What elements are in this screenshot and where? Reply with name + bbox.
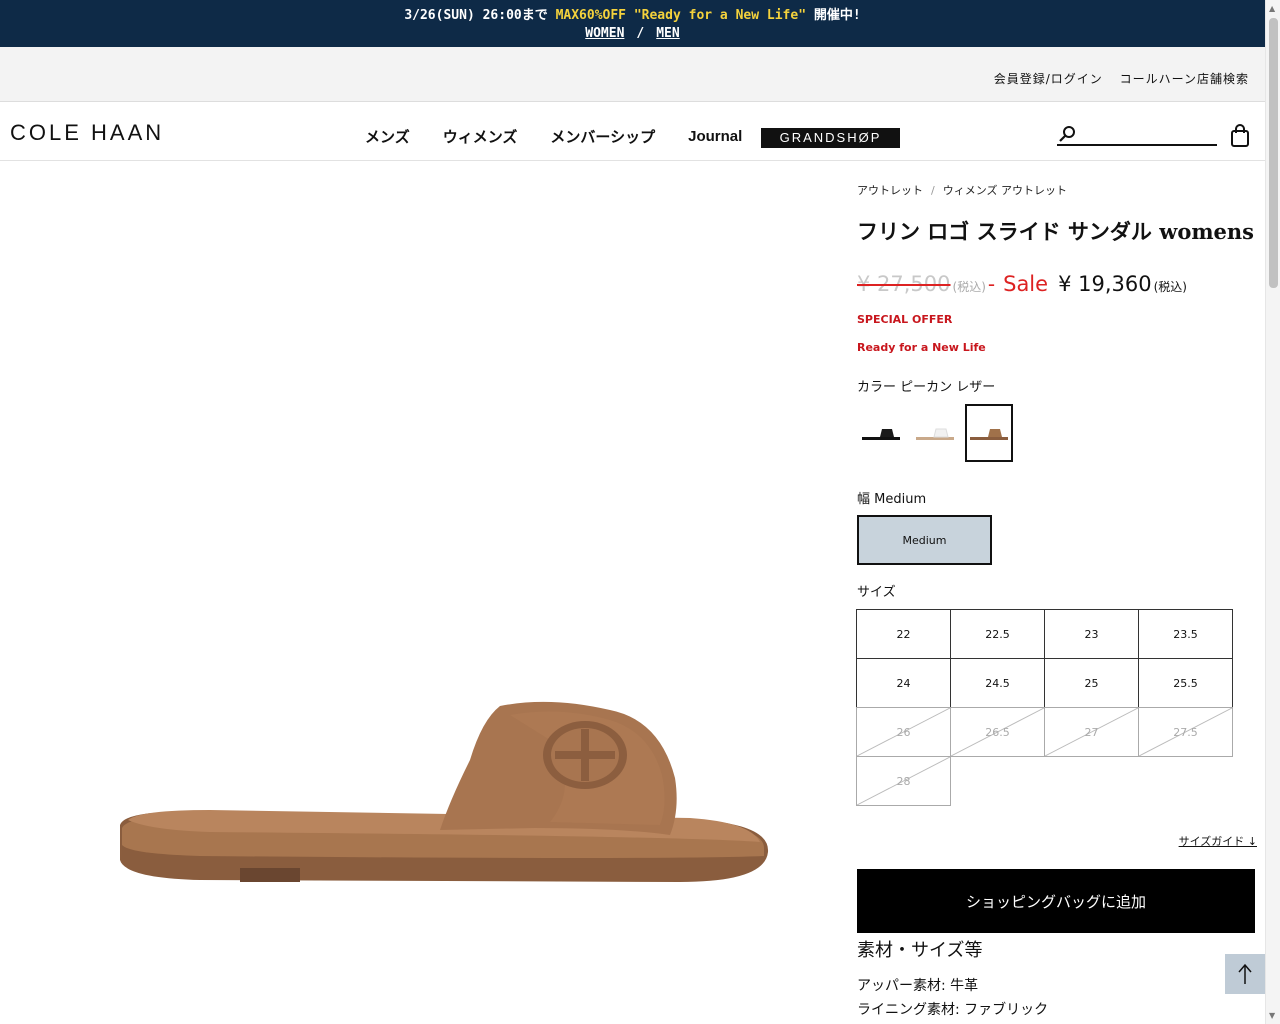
promo-links: WOMEN / MEN — [0, 26, 1265, 41]
swatch-black[interactable] — [857, 404, 905, 462]
promo-date: 3/26(SUN) 26:00まで — [404, 8, 556, 23]
swatch-pecan-leather[interactable] — [965, 404, 1013, 462]
main-nav: メンズ ウィメンズ メンバーシップ Journal — [365, 126, 775, 147]
product-image-sandal[interactable] — [80, 660, 800, 920]
size-guide-link[interactable]: サイズガイド ↓ — [1179, 833, 1257, 849]
breadcrumb-womens-outlet[interactable]: ウィメンズ アウトレット — [943, 184, 1067, 197]
size-value: 26 — [896, 725, 911, 739]
nav-mens[interactable]: メンズ — [365, 126, 410, 147]
size-option-sold-out[interactable]: 27.5 — [1138, 707, 1233, 757]
promo-suffix: 開催中! — [806, 8, 861, 23]
size-value: 22 — [896, 627, 911, 641]
sale-price: ¥ 19,360 — [1058, 272, 1152, 296]
size-value: 22.5 — [985, 627, 1010, 641]
material-heading: 素材・サイズ等 — [857, 940, 983, 961]
size-value: 27.5 — [1173, 725, 1198, 739]
size-option[interactable]: 22 — [856, 609, 951, 659]
size-option[interactable]: 25.5 — [1138, 658, 1233, 708]
store-search-link[interactable]: コールハーン店舗検索 — [1120, 72, 1249, 86]
original-price-tax-note: (税込) — [952, 280, 986, 294]
size-label: サイズ — [857, 585, 896, 600]
color-label: カラー ピーカン レザー — [857, 380, 996, 395]
breadcrumb-outlet[interactable]: アウトレット — [857, 184, 923, 197]
upper-material: アッパー素材: 牛革 — [857, 978, 979, 994]
size-option[interactable]: 25 — [1044, 658, 1139, 708]
add-to-bag-button[interactable]: ショッピングバッグに追加 — [857, 869, 1255, 933]
width-label: 幅 Medium — [857, 492, 927, 507]
size-value: 24.5 — [985, 676, 1010, 690]
page: 3/26(SUN) 26:00まで MAX60%OFF "Ready for a… — [0, 0, 1280, 1024]
size-value: 26.5 — [985, 725, 1010, 739]
size-option[interactable]: 22.5 — [950, 609, 1045, 659]
nav-membership[interactable]: メンバーシップ — [550, 126, 655, 147]
breadcrumb: アウトレット / ウィメンズ アウトレット — [857, 182, 1067, 198]
login-link[interactable]: 会員登録/ログイン — [994, 72, 1103, 86]
size-option[interactable]: 23.5 — [1138, 609, 1233, 659]
size-option-sold-out[interactable]: 26.5 — [950, 707, 1045, 757]
lining-material: ライニング素材: ファブリック — [857, 1002, 1049, 1018]
utility-bar: 会員登録/ログイン コールハーン店舗検索 — [0, 47, 1265, 102]
size-option-sold-out[interactable]: 28 — [856, 756, 951, 806]
size-value: 23.5 — [1173, 627, 1198, 641]
size-option[interactable]: 24.5 — [950, 658, 1045, 708]
scroll-thumb[interactable] — [1269, 18, 1278, 288]
promo-highlight: MAX60%OFF "Ready for a New Life" — [555, 8, 807, 23]
swatch-white[interactable] — [911, 404, 959, 462]
size-option[interactable]: 23 — [1044, 609, 1139, 659]
size-value: 25 — [1084, 676, 1099, 690]
site-header: COLE HAAN メンズ ウィメンズ メンバーシップ Journal GRAN… — [0, 102, 1265, 161]
scroll-up-arrow-icon[interactable]: ▲ — [1269, 4, 1275, 13]
scroll-down-arrow-icon[interactable]: ▼ — [1269, 1011, 1275, 1020]
special-offer-label: SPECIAL OFFER — [857, 313, 953, 326]
product-title: フリン ロゴ スライド サンダル womens — [857, 219, 1254, 244]
color-swatches — [857, 404, 1019, 462]
size-option[interactable]: 24 — [856, 658, 951, 708]
promo-separator: / — [636, 26, 645, 41]
search-box — [1057, 124, 1217, 146]
campaign-label: Ready for a New Life — [857, 341, 986, 354]
size-value: 28 — [896, 774, 911, 788]
page-scrollbar[interactable]: ▲ ▼ — [1265, 0, 1280, 1024]
size-value: 27 — [1084, 725, 1099, 739]
size-value: 23 — [1084, 627, 1099, 641]
size-option-sold-out[interactable]: 26 — [856, 707, 951, 757]
sandal-thumbnail-pecan — [970, 429, 1008, 440]
promo-men-link[interactable]: MEN — [656, 26, 679, 41]
nav-womens[interactable]: ウィメンズ — [443, 126, 518, 147]
nav-journal[interactable]: Journal — [688, 128, 742, 145]
size-value: 25.5 — [1173, 676, 1198, 690]
search-icon[interactable] — [1057, 124, 1077, 144]
promo-text: 3/26(SUN) 26:00まで MAX60%OFF "Ready for a… — [0, 4, 1265, 23]
cole-haan-logo[interactable]: COLE HAAN — [10, 120, 164, 146]
search-input[interactable] — [1081, 124, 1215, 144]
width-option-medium[interactable]: Medium — [857, 515, 992, 565]
original-price: ¥ 27,500 — [857, 272, 951, 296]
bag-icon[interactable] — [1230, 124, 1250, 148]
sandal-thumbnail-white — [916, 428, 954, 440]
size-value: 24 — [896, 676, 911, 690]
promo-women-link[interactable]: WOMEN — [585, 26, 624, 41]
sandal-thumbnail-black — [862, 429, 900, 440]
sale-price-tax-note: (税込) — [1153, 280, 1187, 294]
price-row: ¥ 27,500 (税込) - Sale ¥ 19,360 (税込) — [857, 272, 1187, 296]
arrow-up-icon — [1238, 963, 1252, 984]
sale-label: Sale — [1003, 272, 1049, 296]
promo-banner: 3/26(SUN) 26:00まで MAX60%OFF "Ready for a… — [0, 0, 1265, 47]
utility-links: 会員登録/ログイン コールハーン店舗検索 — [982, 70, 1249, 87]
breadcrumb-separator: / — [931, 184, 935, 197]
size-option-sold-out[interactable]: 27 — [1044, 707, 1139, 757]
grandshop-button[interactable]: GRANDSHØP — [761, 128, 900, 148]
price-dash: - — [987, 272, 996, 296]
back-to-top-button[interactable] — [1225, 954, 1265, 994]
